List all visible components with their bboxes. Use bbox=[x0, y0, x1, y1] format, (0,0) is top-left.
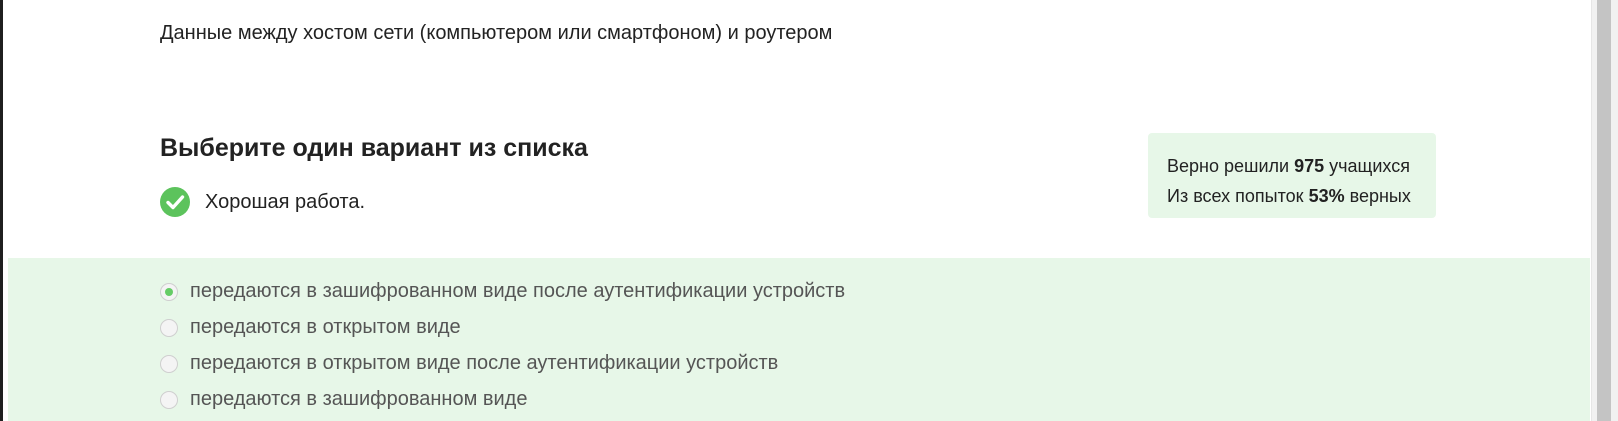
option-4[interactable]: передаются в зашифрованном виде bbox=[160, 388, 527, 411]
stats-attempts-suffix: верных bbox=[1349, 186, 1411, 206]
stats-box: Верно решили 975 учащихся Из всех попыто… bbox=[1148, 133, 1436, 218]
radio-button[interactable] bbox=[160, 390, 178, 409]
question-text: Данные между хостом сети (компьютером ил… bbox=[160, 22, 833, 44]
stats-solved-count: 975 bbox=[1294, 156, 1325, 176]
stats-attempts-percent: 53% bbox=[1308, 186, 1345, 206]
check-circle-icon bbox=[160, 187, 190, 217]
stats-attempts-prefix: Из всех попыток bbox=[1167, 186, 1304, 206]
section-title: Выберите один вариант из списка bbox=[160, 134, 588, 162]
feedback-text: Хорошая работа. bbox=[205, 190, 366, 213]
window-left-edge bbox=[0, 0, 3, 421]
option-1[interactable]: передаются в зашифрованном виде после ау… bbox=[160, 280, 845, 303]
feedback-message: Хорошая работа. bbox=[160, 187, 365, 217]
option-label: передаются в зашифрованном виде bbox=[190, 388, 528, 410]
option-3[interactable]: передаются в открытом виде после аутенти… bbox=[160, 352, 778, 375]
radio-button[interactable] bbox=[160, 318, 178, 337]
radio-button-selected[interactable] bbox=[160, 282, 178, 301]
radio-button[interactable] bbox=[160, 354, 178, 373]
stats-attempts-line: Из всех попыток 53% верных bbox=[1167, 181, 1436, 211]
scrollbar-thumb[interactable] bbox=[1597, 0, 1611, 421]
stats-solved-line: Верно решили 975 учащихся bbox=[1167, 151, 1436, 181]
option-label: передаются в открытом виде после аутенти… bbox=[190, 352, 779, 374]
option-label: передаются в открытом виде bbox=[190, 316, 461, 338]
option-2[interactable]: передаются в открытом виде bbox=[160, 316, 461, 339]
stats-solved-prefix: Верно решили bbox=[1167, 156, 1290, 176]
stats-solved-suffix: учащихся bbox=[1329, 156, 1410, 176]
option-label: передаются в зашифрованном виде после ау… bbox=[190, 280, 846, 302]
